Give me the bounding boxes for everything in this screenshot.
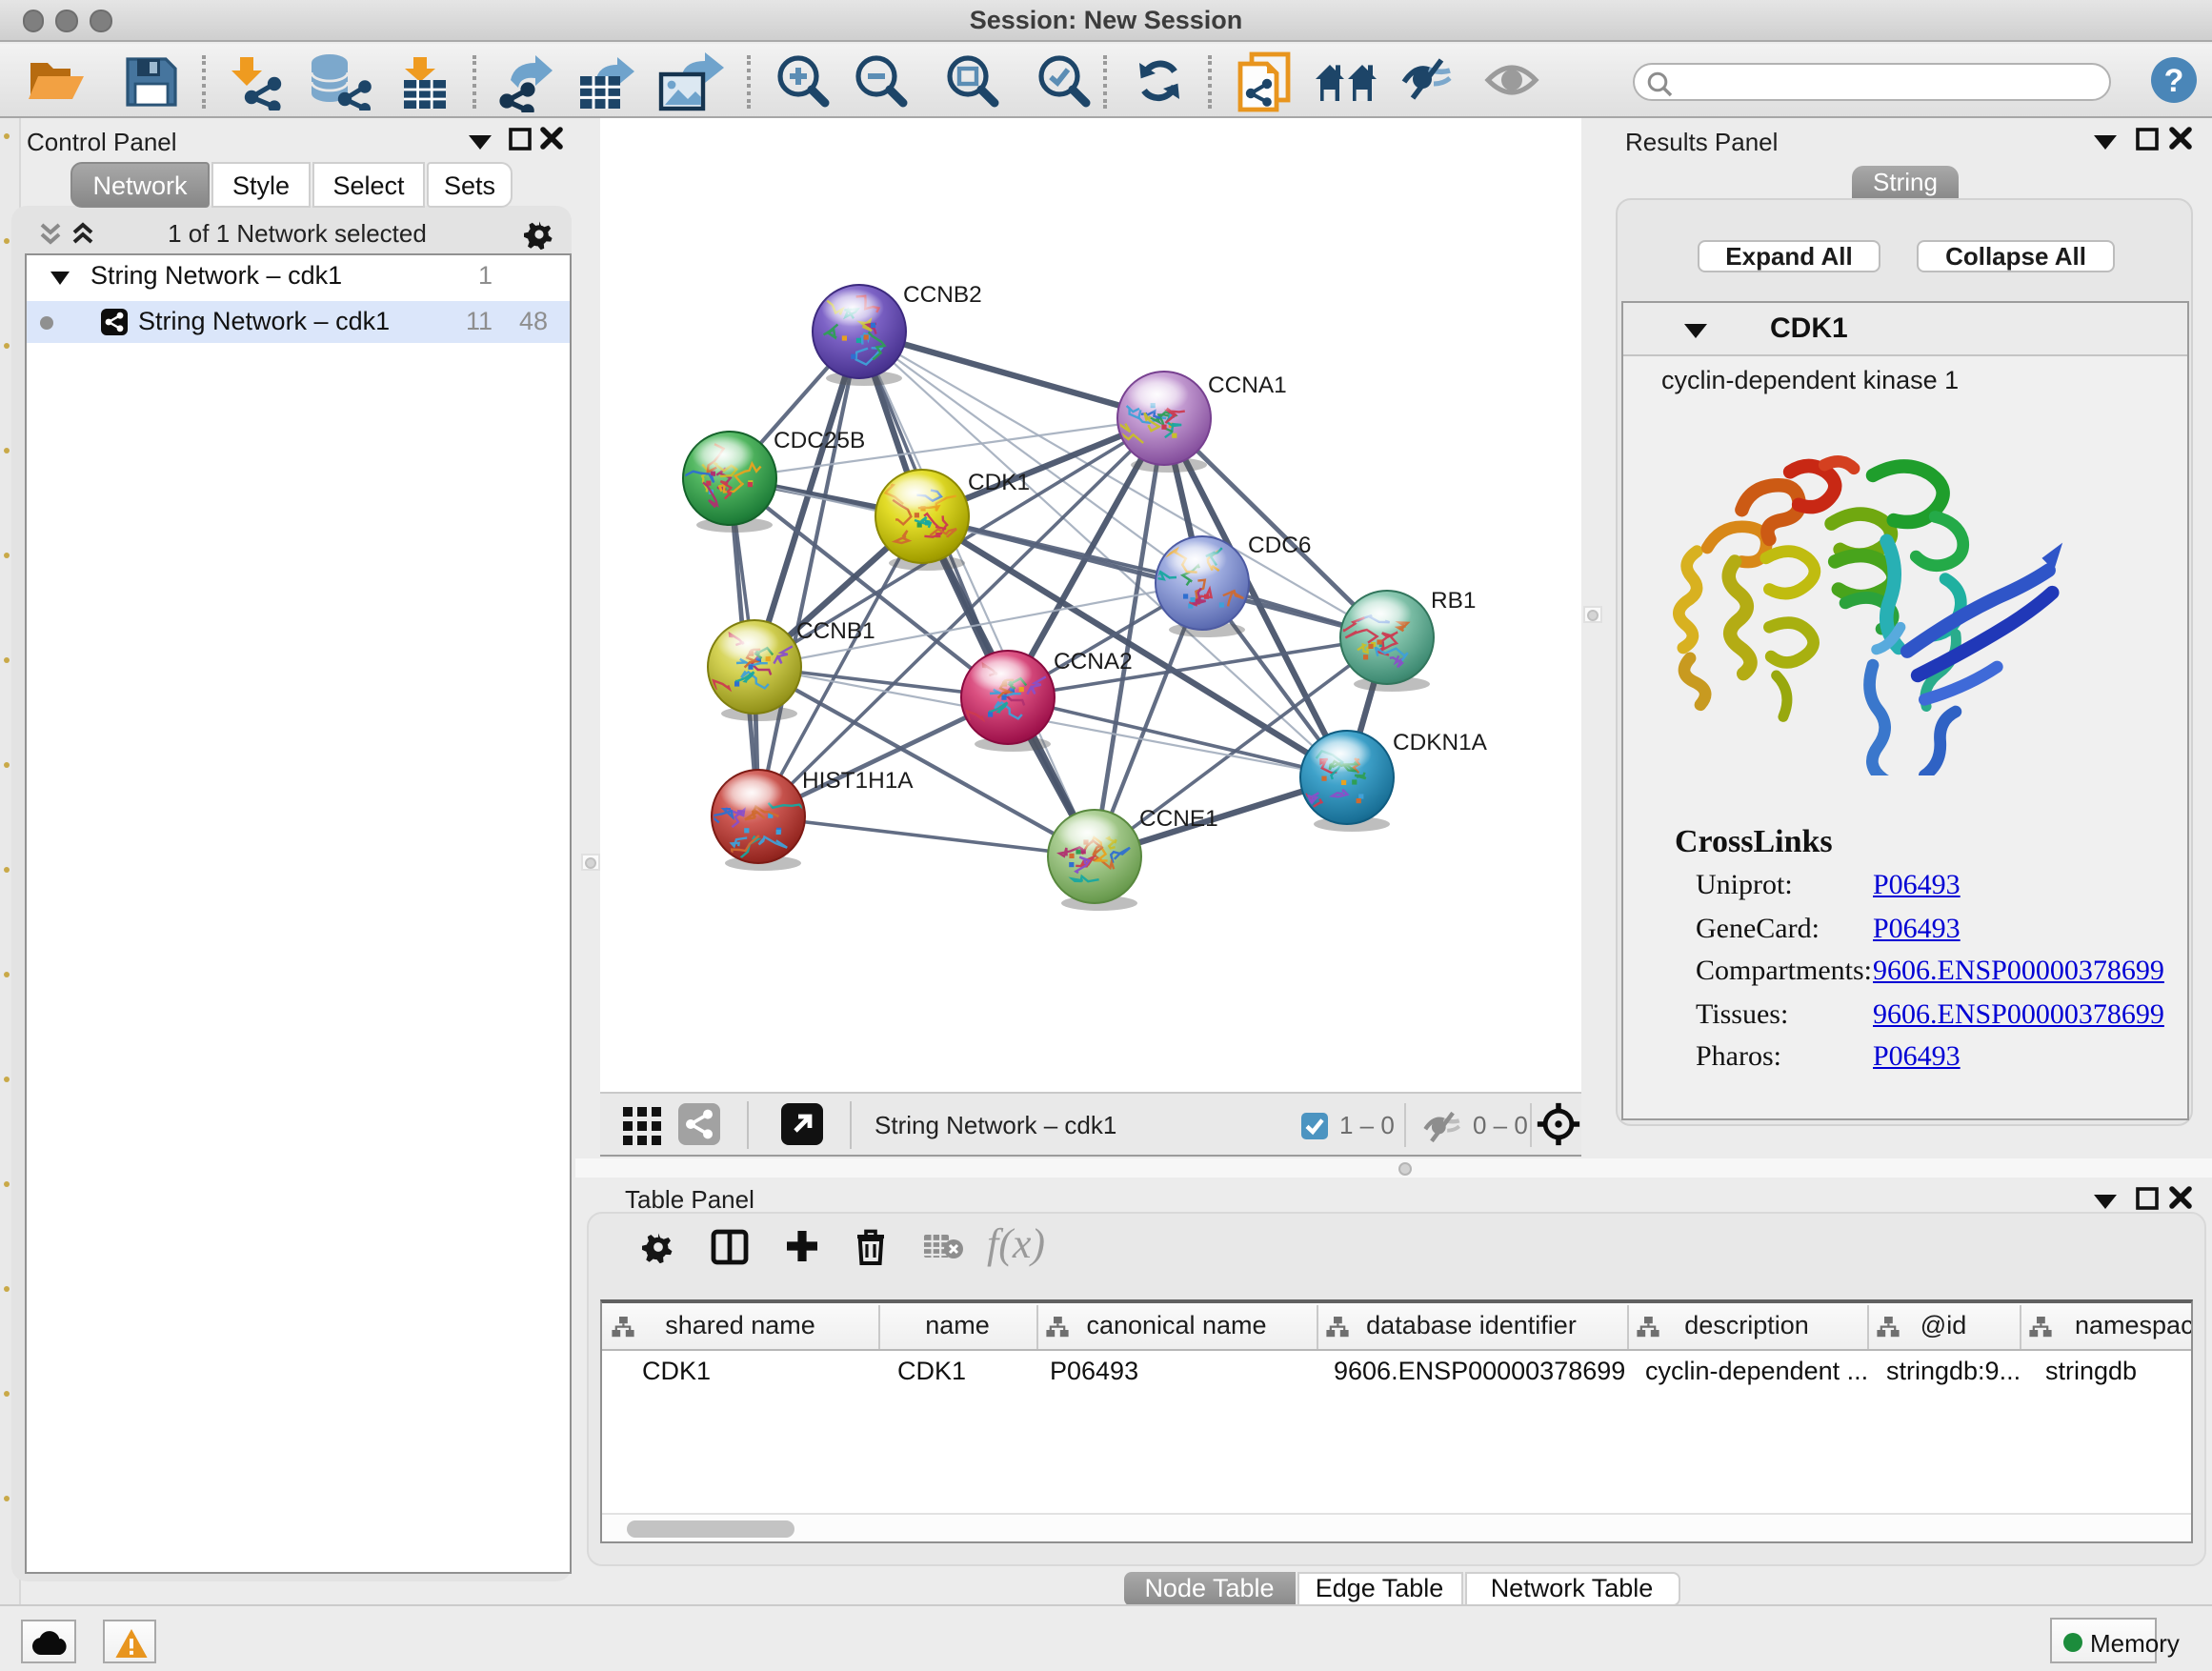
- svg-text:RB1: RB1: [1431, 588, 1476, 614]
- svg-text:CDKN1A: CDKN1A: [1393, 730, 1488, 755]
- svg-text:CCNA2: CCNA2: [1054, 649, 1133, 674]
- svg-text:CCNE1: CCNE1: [1139, 806, 1218, 832]
- svg-text:CCNB2: CCNB2: [903, 282, 982, 308]
- svg-text:CDC25B: CDC25B: [774, 428, 865, 453]
- svg-text:?: ?: [2164, 63, 2184, 99]
- svg-text:CCNA1: CCNA1: [1208, 372, 1287, 398]
- svg-text:CDC6: CDC6: [1248, 533, 1311, 558]
- svg-text:CDK1: CDK1: [968, 470, 1030, 495]
- svg-text:CCNB1: CCNB1: [796, 618, 875, 644]
- svg-text:HIST1H1A: HIST1H1A: [802, 768, 914, 794]
